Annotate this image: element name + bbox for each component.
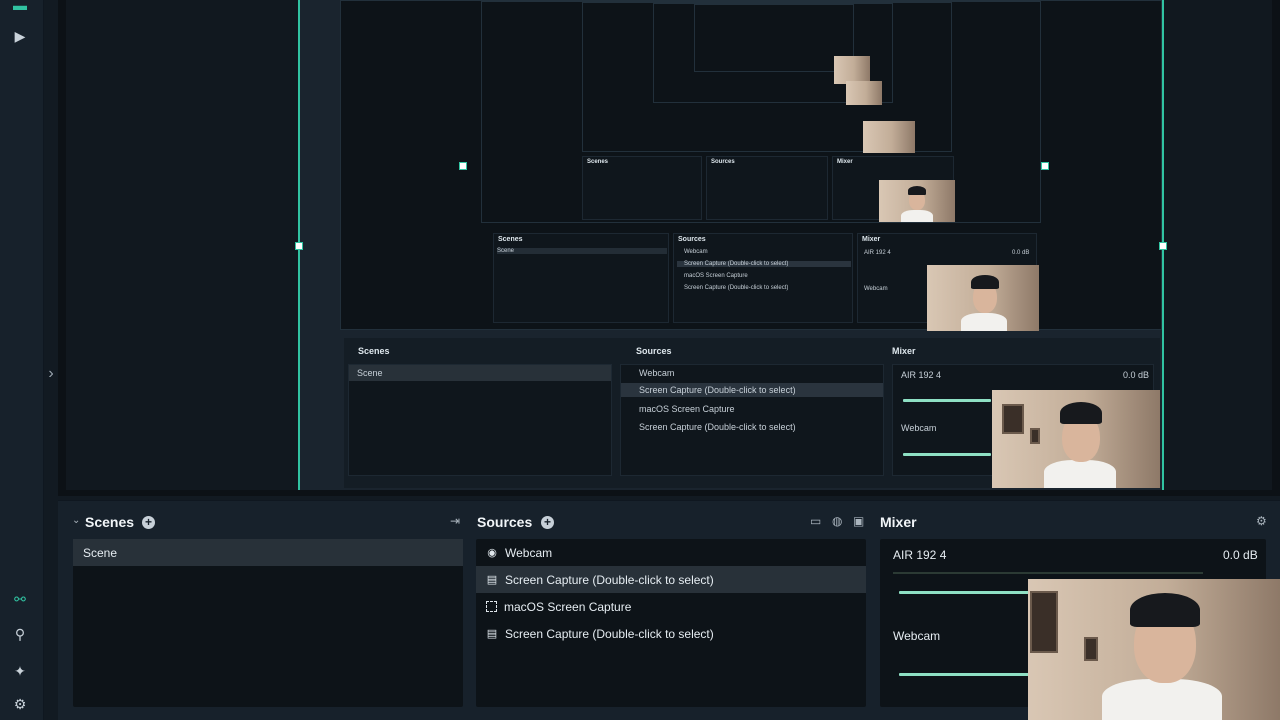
webcam-thumbnail	[927, 265, 1039, 331]
preview-canvas[interactable]: Scenes Sources Mixer Scenes Scene Source…	[295, 0, 1167, 490]
nested-scenes-panel: Scenes Scene	[493, 233, 669, 323]
magic-wand-icon[interactable]: ✦	[11, 662, 29, 680]
nested-scenes-panel: Scenes	[582, 156, 702, 220]
sources-list: ◉ Webcam ▤ Screen Capture (Double-click …	[476, 539, 866, 707]
scene-item-label: Scene	[83, 545, 118, 560]
collapse-chevron-icon[interactable]: ⌄	[72, 515, 80, 526]
display-capture-icon	[486, 601, 497, 612]
add-scene-icon[interactable]: +	[142, 516, 155, 529]
resize-handle[interactable]	[459, 162, 467, 170]
volume-slider[interactable]	[899, 673, 1029, 676]
scene-transitions-icon[interactable]: ⇥	[450, 514, 460, 528]
scene-transitions-icon[interactable]: ⚯	[11, 590, 29, 608]
source-item-label: Screen Capture (Double-click to select)	[505, 626, 714, 641]
webcam-feed	[1028, 579, 1280, 720]
source-audio-icon[interactable]: ◍	[832, 514, 842, 528]
preview-dock-mirror: Scenes Scene Sources Webcam Screen Captu…	[344, 338, 1160, 488]
webcam-thumbnail	[846, 81, 882, 105]
nested-display-3	[582, 2, 952, 153]
nested-sources-panel: Sources Webcam Screen Capture (Double-cl…	[673, 233, 853, 323]
source-display-icon[interactable]: ▭	[810, 514, 821, 528]
editor-preview-area: Scenes Sources Mixer Scenes Scene Source…	[58, 0, 1280, 496]
mixer-channel-name: Webcam	[893, 629, 941, 643]
sources-title: Sources	[477, 514, 533, 530]
scenes-list: Scene	[73, 539, 463, 707]
mixer-settings-icon[interactable]: ⚙	[1256, 514, 1267, 528]
add-source-icon[interactable]: ⚲	[11, 625, 29, 643]
resize-handle[interactable]	[1041, 162, 1049, 170]
webcam-thumbnail	[834, 56, 870, 84]
mirror-scenes-list: Scene	[348, 364, 612, 476]
source-item[interactable]: ▤ Screen Capture (Double-click to select…	[476, 566, 866, 593]
source-item[interactable]: macOS Screen Capture	[476, 593, 866, 620]
webcam-thumbnail	[879, 180, 955, 222]
scenes-title: Scenes	[85, 514, 135, 530]
webcam-thumbnail	[863, 121, 915, 153]
resize-handle[interactable]	[1159, 242, 1167, 250]
settings-icon[interactable]: ⚙	[11, 695, 29, 713]
mirror-sources-list: Webcam Screen Capture (Double-click to s…	[620, 364, 884, 476]
mixer-channel-name: AIR 192 4	[893, 548, 947, 562]
window-capture-icon: ▤	[486, 574, 498, 586]
volume-meter	[893, 572, 1203, 574]
source-item[interactable]: ◉ Webcam	[476, 539, 866, 566]
resize-handle[interactable]	[295, 242, 303, 250]
source-item-label: macOS Screen Capture	[504, 599, 632, 614]
scene-item[interactable]: Scene	[73, 539, 463, 566]
play-icon[interactable]: ▶	[11, 27, 29, 45]
left-nav-rail: ▬ ▶ ⚯ ⚲ ✦ ⚙	[0, 0, 44, 720]
source-item[interactable]: ▤ Screen Capture (Double-click to select…	[476, 620, 866, 647]
nested-sources-panel: Sources	[706, 156, 828, 220]
add-folder-icon[interactable]: ▣	[853, 514, 864, 528]
webcam-thumbnail	[992, 390, 1160, 488]
expand-sidebar-icon[interactable]: ›	[44, 360, 58, 388]
streamlabs-window: ▬ ▶ ⚯ ⚲ ✦ ⚙ › Scenes Sources Mixer Scene…	[0, 0, 1280, 720]
nested-display-5	[694, 4, 854, 72]
editor-dock: ⌄ Scenes + ⇥ Scene Sources + ▭ ◍ ▣ ◉ Web…	[58, 500, 1280, 720]
add-source-icon[interactable]: +	[541, 516, 554, 529]
source-item-label: Webcam	[505, 545, 553, 560]
nested-display-2: Scenes Sources Mixer	[481, 1, 1041, 223]
mixer-channel-level: 0.0 dB	[1223, 548, 1258, 562]
studio-mode-icon[interactable]: ▬	[11, 0, 29, 14]
mixer-title: Mixer	[880, 514, 917, 530]
source-item-label: Screen Capture (Double-click to select)	[505, 572, 714, 587]
webcam-icon: ◉	[487, 547, 497, 559]
volume-slider[interactable]	[899, 591, 1029, 594]
window-capture-icon: ▤	[486, 628, 498, 640]
